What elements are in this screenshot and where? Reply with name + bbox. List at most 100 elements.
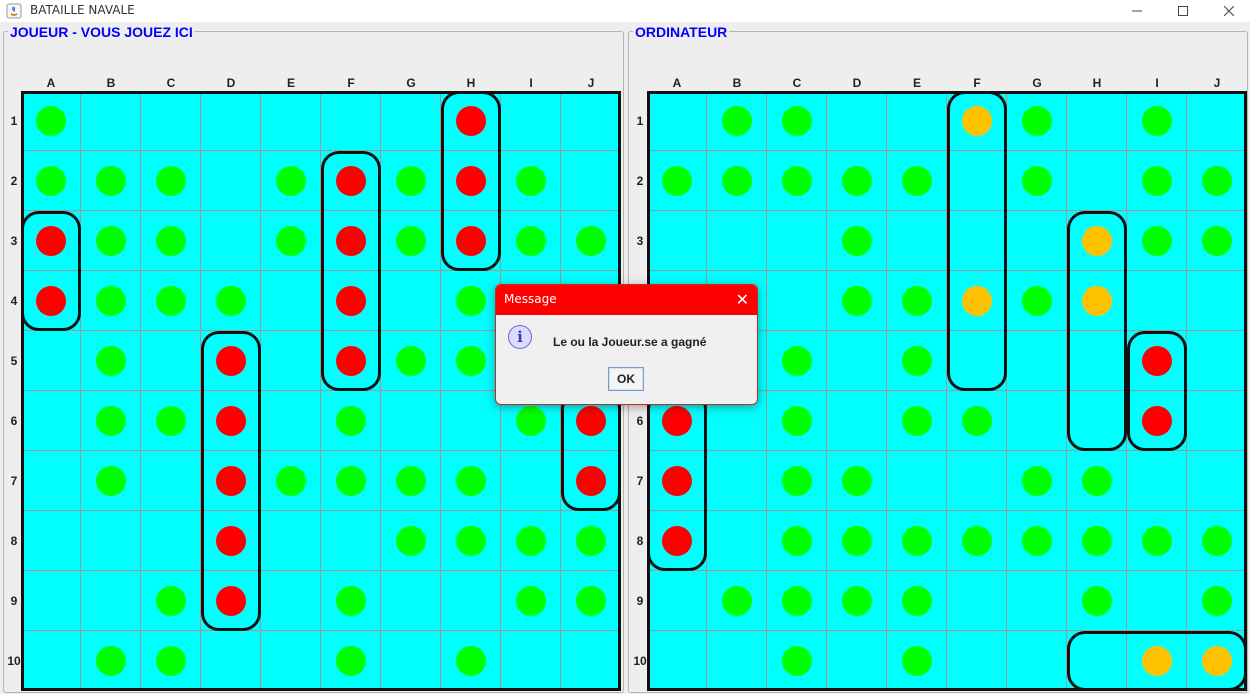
grid-cell-b9[interactable] xyxy=(81,571,141,631)
grid-cell-e2[interactable] xyxy=(261,151,321,211)
grid-cell-g7[interactable] xyxy=(1007,451,1067,511)
grid-cell-b7[interactable] xyxy=(81,451,141,511)
grid-cell-d7[interactable] xyxy=(827,451,887,511)
grid-cell-a9[interactable] xyxy=(21,571,81,631)
grid-cell-j2[interactable] xyxy=(561,151,621,211)
grid-cell-c10[interactable] xyxy=(767,631,827,691)
grid-cell-j6[interactable] xyxy=(1187,391,1247,451)
grid-cell-g6[interactable] xyxy=(1007,391,1067,451)
grid-cell-f9[interactable] xyxy=(947,571,1007,631)
grid-cell-a10[interactable] xyxy=(21,631,81,691)
grid-cell-c2[interactable] xyxy=(141,151,201,211)
grid-cell-a2[interactable] xyxy=(21,151,81,211)
grid-cell-e8[interactable] xyxy=(261,511,321,571)
grid-cell-j7[interactable] xyxy=(1187,451,1247,511)
grid-cell-d6[interactable] xyxy=(827,391,887,451)
grid-cell-f8[interactable] xyxy=(947,511,1007,571)
grid-cell-h9[interactable] xyxy=(1067,571,1127,631)
grid-cell-a10[interactable] xyxy=(647,631,707,691)
grid-cell-j1[interactable] xyxy=(561,91,621,151)
grid-cell-g5[interactable] xyxy=(381,331,441,391)
grid-cell-j3[interactable] xyxy=(561,211,621,271)
grid-cell-a2[interactable] xyxy=(647,151,707,211)
grid-cell-d1[interactable] xyxy=(827,91,887,151)
grid-cell-e10[interactable] xyxy=(887,631,947,691)
grid-cell-h7[interactable] xyxy=(441,451,501,511)
grid-cell-g8[interactable] xyxy=(1007,511,1067,571)
grid-cell-c1[interactable] xyxy=(141,91,201,151)
grid-cell-h2[interactable] xyxy=(441,151,501,211)
grid-cell-g8[interactable] xyxy=(381,511,441,571)
grid-cell-e4[interactable] xyxy=(261,271,321,331)
grid-cell-a8[interactable] xyxy=(647,511,707,571)
grid-cell-h3[interactable] xyxy=(1067,211,1127,271)
grid-cell-f2[interactable] xyxy=(321,151,381,211)
grid-cell-d9[interactable] xyxy=(827,571,887,631)
grid-cell-e2[interactable] xyxy=(887,151,947,211)
grid-cell-d10[interactable] xyxy=(827,631,887,691)
grid-cell-c4[interactable] xyxy=(141,271,201,331)
grid-cell-h1[interactable] xyxy=(1067,91,1127,151)
grid-cell-f6[interactable] xyxy=(321,391,381,451)
grid-cell-e5[interactable] xyxy=(887,331,947,391)
grid-cell-i3[interactable] xyxy=(501,211,561,271)
grid-cell-j9[interactable] xyxy=(1187,571,1247,631)
grid-cell-i2[interactable] xyxy=(501,151,561,211)
minimize-button[interactable] xyxy=(1114,0,1160,22)
grid-cell-c7[interactable] xyxy=(141,451,201,511)
grid-cell-e7[interactable] xyxy=(261,451,321,511)
grid-cell-e10[interactable] xyxy=(261,631,321,691)
grid-cell-e9[interactable] xyxy=(887,571,947,631)
grid-cell-c6[interactable] xyxy=(141,391,201,451)
maximize-button[interactable] xyxy=(1160,0,1206,22)
grid-cell-b1[interactable] xyxy=(707,91,767,151)
grid-cell-f1[interactable] xyxy=(321,91,381,151)
grid-cell-c1[interactable] xyxy=(767,91,827,151)
grid-cell-i2[interactable] xyxy=(1127,151,1187,211)
grid-cell-e6[interactable] xyxy=(261,391,321,451)
grid-cell-e7[interactable] xyxy=(887,451,947,511)
grid-cell-i9[interactable] xyxy=(1127,571,1187,631)
grid-cell-b8[interactable] xyxy=(81,511,141,571)
grid-cell-i8[interactable] xyxy=(501,511,561,571)
grid-cell-h10[interactable] xyxy=(441,631,501,691)
grid-cell-j2[interactable] xyxy=(1187,151,1247,211)
grid-cell-b4[interactable] xyxy=(81,271,141,331)
grid-cell-d2[interactable] xyxy=(827,151,887,211)
grid-cell-f3[interactable] xyxy=(947,211,1007,271)
grid-cell-b6[interactable] xyxy=(81,391,141,451)
grid-cell-j9[interactable] xyxy=(561,571,621,631)
grid-cell-c2[interactable] xyxy=(767,151,827,211)
grid-cell-e3[interactable] xyxy=(887,211,947,271)
grid-cell-f3[interactable] xyxy=(321,211,381,271)
grid-cell-h1[interactable] xyxy=(441,91,501,151)
grid-cell-c7[interactable] xyxy=(767,451,827,511)
grid-cell-b10[interactable] xyxy=(81,631,141,691)
grid-cell-a1[interactable] xyxy=(647,91,707,151)
grid-cell-e6[interactable] xyxy=(887,391,947,451)
grid-cell-d5[interactable] xyxy=(201,331,261,391)
grid-cell-c5[interactable] xyxy=(767,331,827,391)
grid-cell-i8[interactable] xyxy=(1127,511,1187,571)
grid-cell-b7[interactable] xyxy=(707,451,767,511)
grid-cell-h6[interactable] xyxy=(441,391,501,451)
grid-cell-j8[interactable] xyxy=(561,511,621,571)
grid-cell-i3[interactable] xyxy=(1127,211,1187,271)
grid-cell-b5[interactable] xyxy=(81,331,141,391)
grid-cell-h5[interactable] xyxy=(1067,331,1127,391)
grid-cell-d1[interactable] xyxy=(201,91,261,151)
grid-cell-b10[interactable] xyxy=(707,631,767,691)
grid-cell-f7[interactable] xyxy=(947,451,1007,511)
grid-cell-h6[interactable] xyxy=(1067,391,1127,451)
grid-cell-a3[interactable] xyxy=(647,211,707,271)
grid-cell-f10[interactable] xyxy=(947,631,1007,691)
grid-cell-d8[interactable] xyxy=(201,511,261,571)
grid-cell-h8[interactable] xyxy=(441,511,501,571)
grid-cell-g10[interactable] xyxy=(381,631,441,691)
grid-cell-b2[interactable] xyxy=(81,151,141,211)
grid-cell-a7[interactable] xyxy=(647,451,707,511)
grid-cell-c3[interactable] xyxy=(141,211,201,271)
grid-cell-a5[interactable] xyxy=(21,331,81,391)
grid-cell-e1[interactable] xyxy=(261,91,321,151)
grid-cell-i7[interactable] xyxy=(1127,451,1187,511)
